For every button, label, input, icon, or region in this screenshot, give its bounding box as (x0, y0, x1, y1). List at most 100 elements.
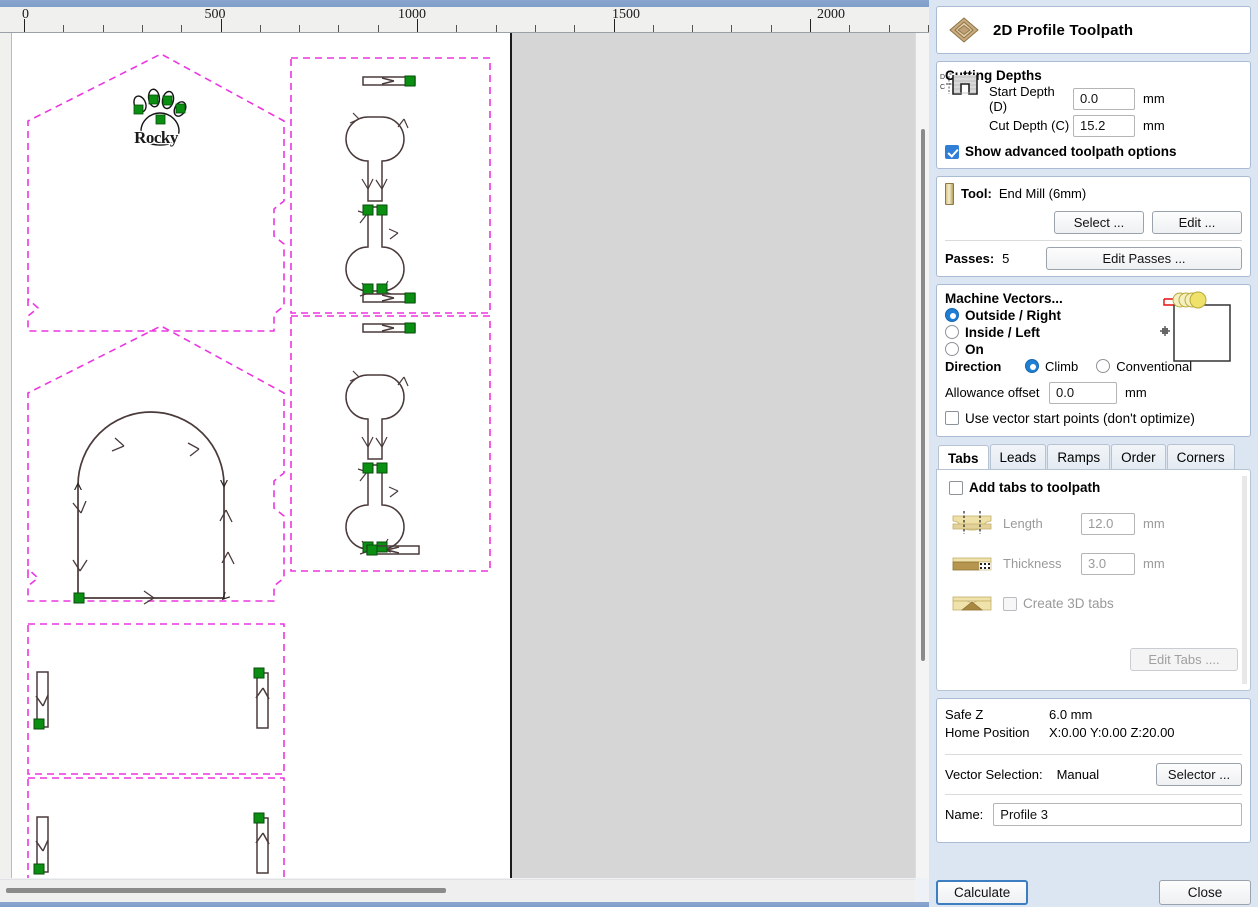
safe-z-value: 6.0 mm (1049, 707, 1093, 722)
part-side-rail-lower (27, 777, 285, 878)
radio-dot (1025, 359, 1039, 373)
ruler-tick (888, 25, 890, 32)
2d-view-pane: 0 500 1000 1500 2000 Rocky (0, 0, 929, 907)
ruler-tick (338, 25, 340, 32)
ruler-tick (102, 25, 104, 32)
part-bone-panel-lower (290, 315, 491, 572)
machine-vectors-section: Machine Vectors... Outside / Right Insid… (936, 283, 1251, 437)
selector-button[interactable]: Selector ... (1156, 763, 1242, 786)
horizontal-scroll-thumb[interactable] (6, 888, 446, 893)
toolpath-name-input[interactable] (993, 803, 1242, 826)
vertical-ruler (0, 33, 12, 878)
passes-value: 5 (1002, 250, 1010, 266)
toolpath-start-node (253, 812, 265, 824)
ruler-tick (810, 19, 811, 32)
edit-passes-button[interactable]: Edit Passes ... (1046, 246, 1242, 270)
add-tabs-checkbox[interactable]: Add tabs to toolpath (949, 480, 1100, 495)
direction-label: Direction (945, 358, 1002, 374)
tabs-panel-body: Add tabs to toolpath Length mm (936, 469, 1251, 691)
tab-leads[interactable]: Leads (989, 444, 1047, 469)
radio-dot (945, 308, 959, 322)
show-advanced-options-label: Show advanced toolpath options (965, 144, 1177, 159)
arched-door-toolpath (73, 411, 235, 604)
tool-section: Tool: End Mill (6mm) Select ... Edit ...… (936, 175, 1251, 277)
create-3d-tabs-checkbox[interactable]: Create 3D tabs (1003, 596, 1114, 611)
use-vector-start-points-checkbox[interactable]: Use vector start points (don't optimize) (945, 411, 1195, 426)
toolpath-start-node (404, 75, 416, 87)
cut-depth-row: Cut Depth (C) mm (945, 112, 1242, 139)
ruler-tick (770, 25, 772, 32)
checkbox-box (1003, 596, 1017, 611)
ruler-label: 0 (22, 7, 29, 22)
ruler-tick (63, 25, 65, 32)
toolpath-start-node (404, 322, 416, 334)
ruler-tick (299, 25, 301, 32)
allowance-input[interactable] (1049, 381, 1117, 404)
show-advanced-options-checkbox[interactable]: Show advanced toolpath options (945, 144, 1177, 159)
canvas-horizontal-scrollbar[interactable] (0, 879, 915, 903)
ruler-label: 500 (204, 7, 226, 22)
tab-length-label: Length (1003, 516, 1043, 531)
home-position-label: Home Position (945, 725, 1030, 740)
machine-vectors-preview-icon (1136, 291, 1240, 375)
toolpath-panel: 2D Profile Toolpath Cutting Depths D C S… (929, 0, 1258, 907)
drawing-canvas[interactable]: Rocky (12, 33, 915, 878)
tab-length-row: Length mm (949, 510, 1238, 538)
tabs-panel-scrollbar[interactable] (1242, 476, 1247, 684)
ruler-label: 2000 (817, 7, 845, 22)
vertical-scroll-thumb[interactable] (921, 129, 925, 661)
safe-z-label: Safe Z (945, 707, 984, 722)
edit-tool-button[interactable]: Edit ... (1152, 210, 1242, 234)
radio-dot (1096, 359, 1111, 373)
allowance-row: Allowance offset mm (945, 381, 1242, 404)
end-mill-icon (945, 182, 954, 205)
cutting-depths-section: Cutting Depths D C Start Depth (D) mm Cu… (936, 61, 1251, 169)
material-sheet: Rocky (12, 33, 512, 878)
tab-tabs[interactable]: Tabs (938, 445, 989, 470)
tab-length-input[interactable] (1081, 512, 1135, 535)
canvas-vertical-scrollbar[interactable] (915, 33, 929, 878)
tab-label: Tabs (948, 451, 979, 466)
tab-ramps[interactable]: Ramps (1047, 444, 1111, 469)
select-tool-button[interactable]: Select ... (1054, 210, 1144, 234)
application-window: 0 500 1000 1500 2000 Rocky 2D Profile To… (0, 0, 1258, 907)
direction-option-0[interactable]: Climb (1025, 359, 1078, 374)
panel-footer: Calculate Close (936, 880, 1251, 905)
tool-row: Tool: End Mill (6mm) (945, 182, 1242, 205)
cut-depth-unit: mm (1143, 118, 1165, 133)
vector-selection-label: Vector Selection: (945, 767, 1043, 782)
divider (945, 239, 1242, 241)
allowance-label: Allowance offset (945, 385, 1040, 400)
start-depth-input[interactable] (1073, 87, 1135, 110)
calculate-button[interactable]: Calculate (936, 880, 1028, 905)
radio-dot (945, 325, 959, 339)
home-position-row: Home Position X:0.00 Y:0.00 Z:20.00 (945, 725, 1242, 740)
tab-thickness-row: Thickness mm (949, 550, 1238, 578)
machine-vector-option-label: On (965, 341, 984, 357)
direction-option-label: Climb (1045, 358, 1079, 374)
edit-tabs-button[interactable]: Edit Tabs .... (1130, 647, 1238, 671)
toolpath-start-node (33, 863, 45, 875)
tab-corners[interactable]: Corners (1166, 444, 1235, 469)
part-bone-panel-upper (290, 57, 491, 314)
tab-order[interactable]: Order (1111, 444, 1166, 469)
tab-thickness-input[interactable] (1081, 552, 1135, 575)
create-3d-tabs-label: Create 3D tabs (1023, 596, 1114, 611)
vector-artwork: Rocky (27, 53, 491, 878)
toolpath-start-node (253, 667, 265, 679)
ruler-tick (731, 25, 733, 32)
rail-toolpath-lower-right (255, 817, 270, 874)
svg-text:Rocky: Rocky (134, 128, 179, 147)
page-title: 2D Profile Toolpath (993, 21, 1134, 39)
close-button[interactable]: Close (1159, 880, 1251, 905)
name-label: Name: (945, 807, 984, 822)
tab-label: Leads (999, 450, 1037, 465)
tab-thickness-unit: mm (1143, 556, 1165, 571)
cut-depth-input[interactable] (1073, 114, 1135, 137)
svg-text:D: D (940, 74, 945, 81)
position-info-section: Safe Z 6.0 mm Home Position X:0.00 Y:0.0… (936, 698, 1251, 843)
start-depth-unit: mm (1143, 91, 1165, 106)
ruler-tick (534, 25, 536, 32)
toolpath-start-node (366, 544, 378, 556)
tab-thickness-label: Thickness (1003, 556, 1062, 571)
